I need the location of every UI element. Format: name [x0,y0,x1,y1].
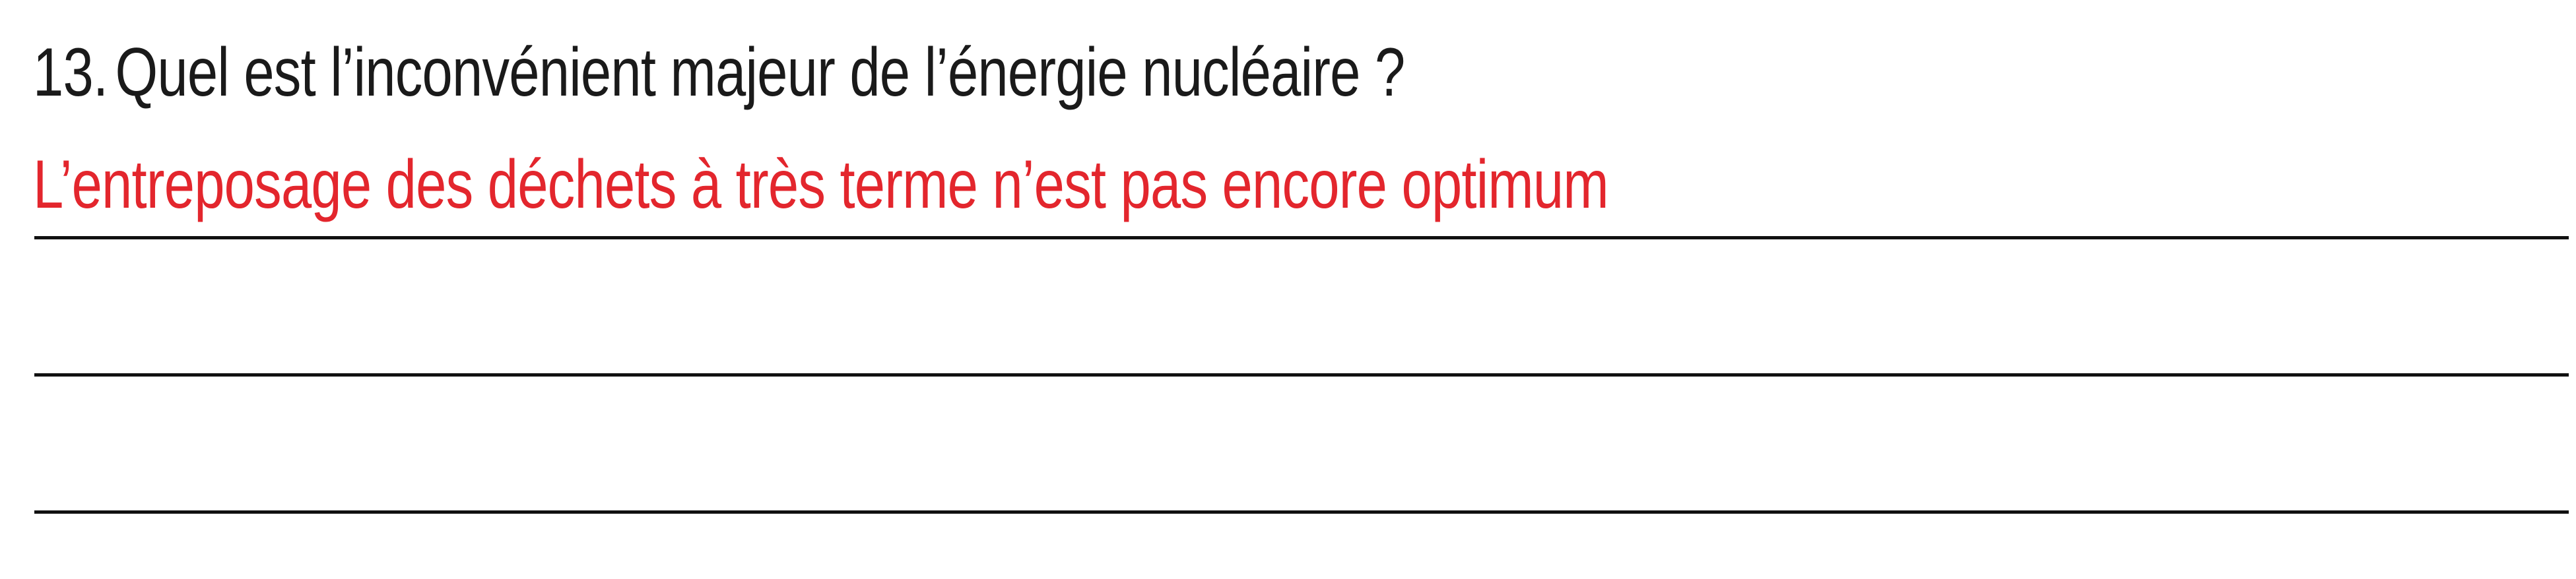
question-text: Quel est l’inconvénient majeur de l’éner… [115,34,1405,111]
worksheet-page: 13. Quel est l’inconvénient majeur de l’é… [0,0,2576,579]
question-13: 13. Quel est l’inconvénient majeur de l’é… [33,34,1405,111]
answer-text: L’entreposage des déchets à très terme n… [33,146,1609,223]
answer-line [34,236,2569,239]
answer-line [34,510,2569,514]
question-number: 13. [33,34,108,111]
answer-line [34,373,2569,377]
